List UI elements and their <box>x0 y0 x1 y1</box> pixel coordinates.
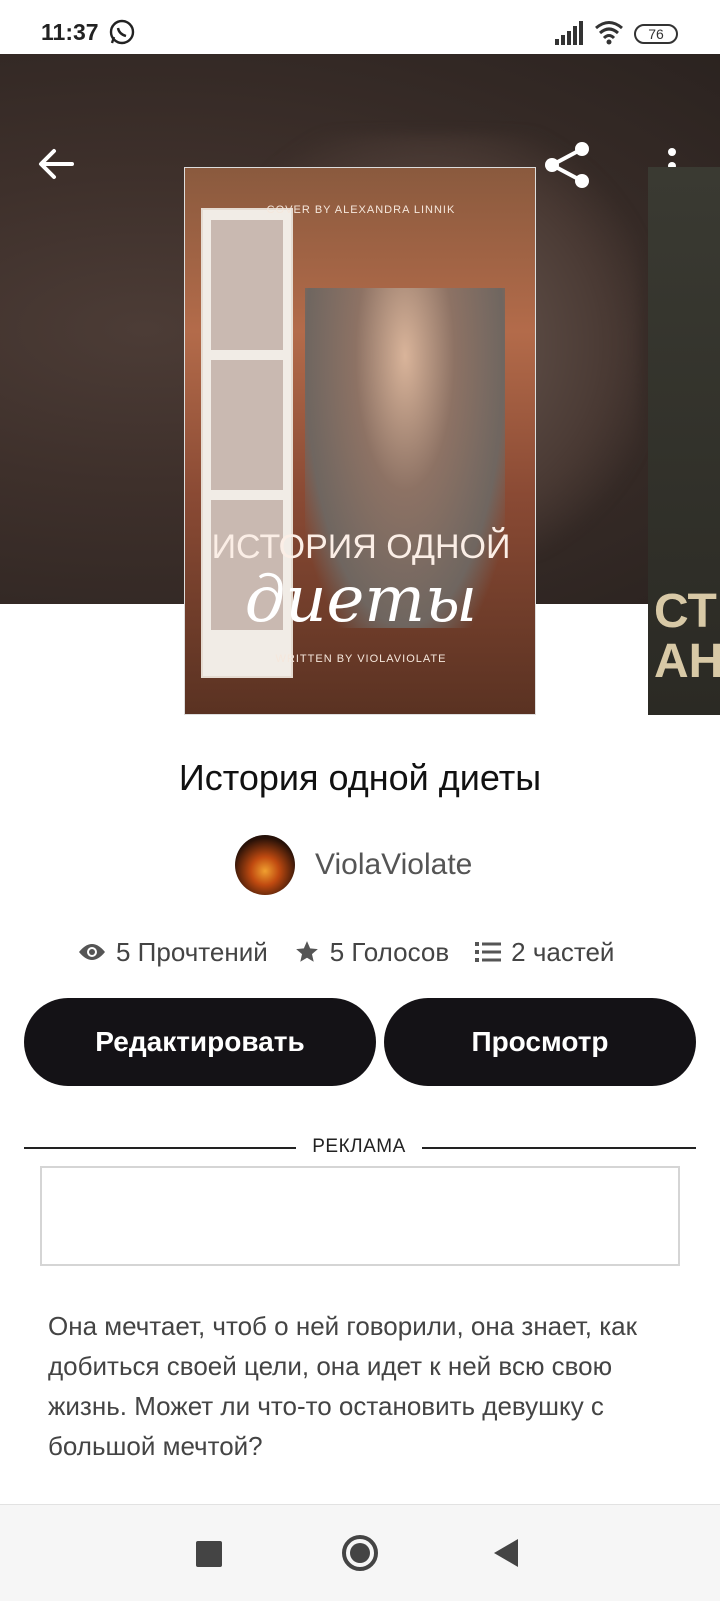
ad-divider-left <box>24 1147 296 1149</box>
battery-icon: 76 <box>634 24 678 44</box>
system-nav-bar <box>0 1504 720 1601</box>
home-circle-icon[interactable] <box>340 1533 380 1573</box>
status-time: 11:37 <box>41 19 99 45</box>
reads-count: 5 Прочтений <box>116 936 268 967</box>
next-book-cover[interactable]: СТ АН <box>648 167 720 715</box>
view-button[interactable]: Просмотр <box>384 998 696 1086</box>
wifi-icon <box>595 21 623 45</box>
battery-level: 76 <box>648 26 664 42</box>
parts-stat: 2 частей <box>475 937 614 968</box>
votes-stat: 5 Голосов <box>294 937 449 968</box>
next-cover-text: СТ АН <box>654 585 720 688</box>
cover-credit-bottom: WRITTEN BY VIOLAVIOLATE <box>275 653 447 665</box>
book-description: Она мечтает, чтоб о ней говорили, она зн… <box>48 1311 637 1461</box>
ad-divider-right <box>422 1147 696 1149</box>
star-icon <box>295 941 318 962</box>
back-triangle-icon[interactable] <box>492 1537 520 1569</box>
parts-count: 2 частей <box>511 936 615 967</box>
reads-stat: 5 Прочтений <box>78 937 268 968</box>
eye-icon <box>79 944 105 960</box>
cover-title-line2: диеты <box>244 563 478 637</box>
ad-label: РЕКЛАМА <box>312 1136 406 1157</box>
edit-button[interactable]: Редактировать <box>24 998 376 1086</box>
book-title: История одной диеты <box>178 757 542 798</box>
votes-count: 5 Голосов <box>329 936 450 967</box>
whatsapp-icon <box>109 19 135 45</box>
recents-square-icon[interactable] <box>196 1541 222 1567</box>
author-name[interactable]: ViolaViolate <box>315 848 472 882</box>
ad-banner[interactable] <box>40 1166 680 1266</box>
signal-icon <box>555 21 583 45</box>
status-bar: 11:37 76 <box>0 0 720 54</box>
back-arrow-icon[interactable] <box>36 144 76 184</box>
stats-row: 5 Прочтений 5 Голосов 2 частей <box>78 934 640 970</box>
book-cover[interactable]: COVER BY ALEXANDRA LINNIK ИСТОРИЯ ОДНОЙ … <box>184 167 536 715</box>
list-icon <box>475 942 502 962</box>
author-row[interactable]: ViolaViolate <box>235 835 472 895</box>
author-avatar[interactable] <box>235 835 295 895</box>
cover-title-line1: ИСТОРИЯ ОДНОЙ <box>211 528 511 566</box>
share-icon[interactable] <box>542 139 594 191</box>
cover-credit-top: COVER BY ALEXANDRA LINNIK <box>266 204 456 216</box>
